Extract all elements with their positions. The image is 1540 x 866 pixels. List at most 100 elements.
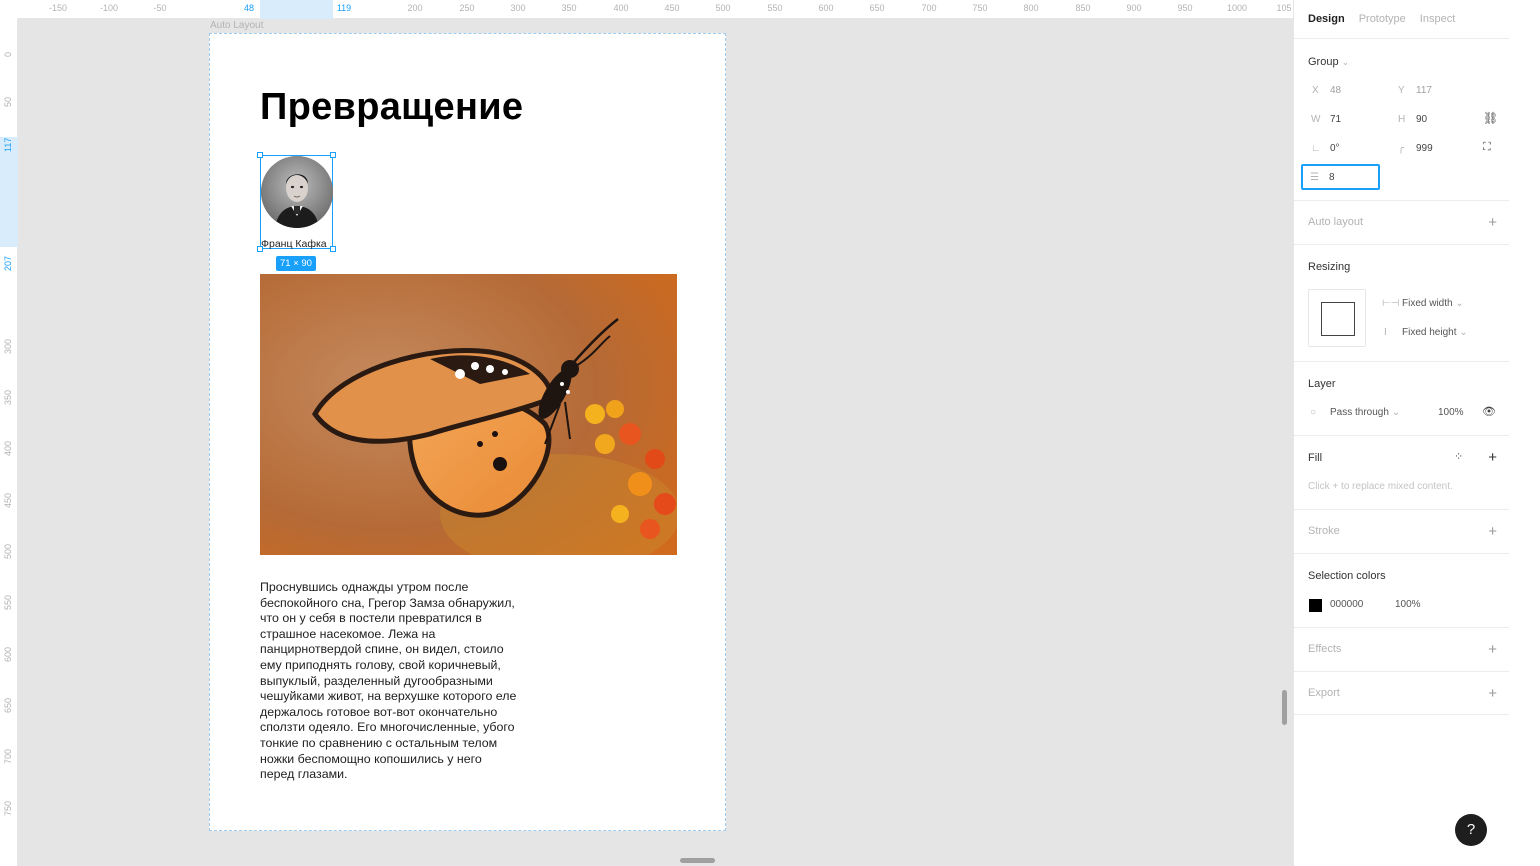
color-hex-input[interactable]: 000000 bbox=[1330, 599, 1363, 610]
spacing-value[interactable]: 8 bbox=[1329, 172, 1335, 183]
author-avatar[interactable] bbox=[261, 156, 333, 228]
ruler-tick: 700 bbox=[3, 748, 13, 764]
panel-tabs: Design Prototype Inspect bbox=[1308, 13, 1455, 25]
stroke-section: Stroke + bbox=[1294, 509, 1509, 553]
color-swatch[interactable] bbox=[1309, 599, 1322, 612]
ruler-tick: 119 bbox=[336, 3, 352, 13]
width-mode-select[interactable]: Fixed width ⌄ bbox=[1402, 298, 1464, 309]
effects-section: Effects + bbox=[1294, 627, 1509, 671]
add-auto-layout-icon[interactable]: + bbox=[1488, 215, 1497, 230]
ruler-tick: 400 bbox=[613, 3, 629, 13]
resizing-preview[interactable] bbox=[1308, 289, 1366, 347]
ruler-left: 0 50 117 207 300 350 400 450 500 550 600… bbox=[0, 19, 18, 866]
eye-icon[interactable]: 👁 bbox=[1482, 405, 1496, 418]
x-label: X bbox=[1312, 85, 1319, 96]
add-stroke-icon[interactable]: + bbox=[1488, 524, 1497, 539]
rotation-icon: ∟ bbox=[1311, 143, 1321, 154]
ruler-tick: 500 bbox=[3, 543, 13, 559]
ruler-tick: 800 bbox=[1023, 3, 1039, 13]
ruler-tick: 50 bbox=[3, 96, 13, 107]
layer-opacity-input[interactable]: 100% bbox=[1438, 407, 1464, 418]
ruler-tick: 400 bbox=[3, 440, 13, 456]
layer-section: Layer ○ Pass through ⌄ 100% 👁 bbox=[1294, 361, 1509, 435]
fill-title: Fill bbox=[1308, 452, 1323, 464]
add-fill-icon[interactable]: + bbox=[1488, 450, 1497, 465]
w-label: W bbox=[1311, 114, 1321, 125]
vertical-scrollbar[interactable] bbox=[1282, 690, 1287, 725]
help-button[interactable]: ? bbox=[1455, 814, 1487, 846]
ruler-tick: 650 bbox=[869, 3, 885, 13]
ruler-tick: 300 bbox=[3, 338, 13, 354]
style-grid-icon[interactable]: ⁘ bbox=[1454, 450, 1463, 463]
resize-handle[interactable] bbox=[257, 152, 263, 158]
ruler-tick: 350 bbox=[3, 389, 13, 405]
selection-size-badge: 71 × 90 bbox=[276, 256, 316, 271]
fill-hint: Click + to replace mixed content. bbox=[1308, 481, 1453, 492]
butterfly-illustration bbox=[260, 274, 677, 555]
resizing-section: Resizing ⊢⊣ Fixed width ⌄ I Fixed height… bbox=[1294, 244, 1509, 361]
export-section: Export + bbox=[1294, 671, 1509, 715]
color-opacity-input[interactable]: 100% bbox=[1395, 599, 1421, 610]
rotation-input[interactable]: 0° bbox=[1330, 143, 1340, 154]
blend-mode-select[interactable]: Pass through ⌄ bbox=[1330, 407, 1400, 418]
add-effect-icon[interactable]: + bbox=[1488, 642, 1497, 657]
auto-layout-title: Auto layout bbox=[1308, 216, 1364, 228]
ruler-tick: 600 bbox=[3, 646, 13, 662]
author-group-selected[interactable]: Франц Кафка bbox=[257, 152, 336, 252]
vertical-resize-icon: I bbox=[1384, 327, 1387, 338]
group-section: Group ⌄ X 48 Y 117 W 71 H 90 ⛓ ∟ 0° ╭ 99… bbox=[1294, 38, 1509, 200]
page-title[interactable]: Превращение bbox=[260, 86, 523, 129]
y-input[interactable]: 117 bbox=[1416, 85, 1432, 96]
export-title: Export bbox=[1308, 687, 1340, 699]
resize-handle[interactable] bbox=[330, 246, 336, 252]
height-mode-label: Fixed height bbox=[1402, 327, 1457, 338]
ruler-top: -150 -100 -50 48 119 200 250 300 350 400… bbox=[18, 0, 1293, 19]
properties-panel: Design Prototype Inspect Group ⌄ X 48 Y … bbox=[1293, 0, 1540, 866]
butterfly-image[interactable] bbox=[260, 274, 677, 555]
ruler-tick: 250 bbox=[459, 3, 475, 13]
w-input[interactable]: 71 bbox=[1330, 114, 1341, 125]
constrain-proportions-icon[interactable]: ⛓ bbox=[1483, 111, 1498, 125]
horizontal-resize-icon: ⊢⊣ bbox=[1382, 298, 1400, 309]
selection-colors-section: Selection colors 000000 100% bbox=[1294, 553, 1509, 627]
chevron-down-icon: ⌄ bbox=[1391, 407, 1401, 418]
body-text[interactable]: Проснувшись однажды утром после беспокой… bbox=[260, 580, 560, 783]
ruler-selection-range bbox=[260, 0, 333, 19]
ruler-tick: 450 bbox=[3, 492, 13, 508]
ruler-tick: 700 bbox=[921, 3, 937, 13]
corner-radius-input[interactable]: 999 bbox=[1416, 143, 1433, 154]
add-export-icon[interactable]: + bbox=[1488, 686, 1497, 701]
frame-label[interactable]: Auto Layout bbox=[210, 20, 263, 31]
fill-section: Fill ⁘ + Click + to replace mixed conten… bbox=[1294, 435, 1509, 509]
tab-prototype[interactable]: Prototype bbox=[1359, 13, 1406, 25]
height-mode-select[interactable]: Fixed height ⌄ bbox=[1402, 327, 1468, 338]
blend-mode-label: Pass through bbox=[1330, 407, 1389, 418]
ruler-tick: 200 bbox=[407, 3, 423, 13]
tab-design[interactable]: Design bbox=[1308, 13, 1345, 25]
ruler-tick: 500 bbox=[715, 3, 731, 13]
canvas[interactable]: -150 -100 -50 48 119 200 250 300 350 400… bbox=[0, 0, 1293, 866]
tab-inspect[interactable]: Inspect bbox=[1420, 13, 1455, 25]
resize-handle[interactable] bbox=[330, 152, 336, 158]
figma-app: -150 -100 -50 48 119 200 250 300 350 400… bbox=[0, 0, 1540, 866]
ruler-tick: 1000 bbox=[1226, 3, 1248, 13]
ruler-tick: 207 bbox=[3, 255, 13, 271]
auto-layout-frame[interactable]: Превращение Франц Кафка 71 × 90 Проснувш… bbox=[209, 33, 726, 831]
h-input[interactable]: 90 bbox=[1416, 114, 1427, 125]
group-title[interactable]: Group ⌄ bbox=[1308, 56, 1349, 68]
resizing-title: Resizing bbox=[1308, 261, 1351, 273]
resizing-preview-frame bbox=[1321, 302, 1355, 336]
resize-handle[interactable] bbox=[257, 246, 263, 252]
x-input[interactable]: 48 bbox=[1330, 85, 1341, 96]
width-mode-label: Fixed width bbox=[1402, 298, 1453, 309]
spacing-input[interactable]: ☰ 8 bbox=[1301, 164, 1380, 190]
h-label: H bbox=[1398, 114, 1406, 125]
ruler-tick: 600 bbox=[818, 3, 834, 13]
blend-mode-icon: ○ bbox=[1310, 407, 1317, 418]
independent-corners-icon[interactable]: ⛶ bbox=[1483, 141, 1491, 154]
ruler-tick: 900 bbox=[1126, 3, 1142, 13]
ruler-tick: 550 bbox=[3, 594, 13, 610]
horizontal-scrollbar[interactable] bbox=[680, 858, 715, 863]
ruler-tick: 48 bbox=[243, 3, 255, 13]
author-name[interactable]: Франц Кафка bbox=[261, 238, 327, 250]
